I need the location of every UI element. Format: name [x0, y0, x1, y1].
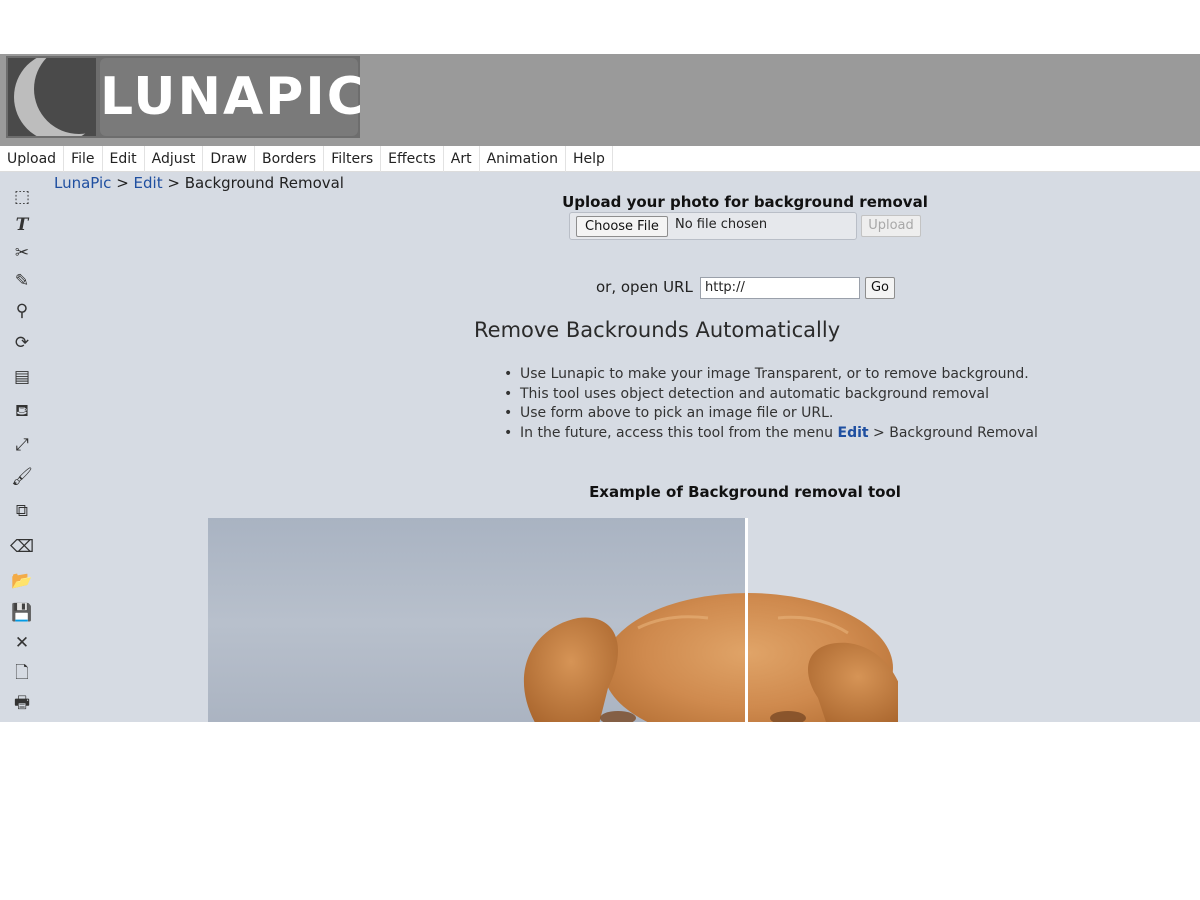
new-page-icon[interactable]: 🗋 [8, 660, 36, 686]
breadcrumb: LunaPic > Edit > Background Removal [54, 174, 344, 192]
save-icon[interactable]: 💾 [8, 600, 36, 626]
feature-list: Use Lunapic to make your image Transpare… [502, 365, 1038, 443]
breadcrumb-current: Background Removal [184, 174, 344, 192]
top-margin [0, 0, 1200, 54]
text-icon[interactable]: T [8, 212, 36, 238]
menu-filters[interactable]: Filters [324, 146, 382, 172]
list-item: In the future, access this tool from the… [502, 424, 1038, 444]
dog-photo [523, 593, 898, 722]
brush-icon[interactable]: 🖌 [8, 464, 36, 490]
site-header: LUNAPIC [0, 54, 1200, 146]
zoom-icon[interactable]: ⚲ [8, 298, 36, 324]
go-button[interactable]: Go [865, 277, 895, 299]
crop-icon[interactable]: ⧉ [8, 498, 36, 524]
breadcrumb-edit-link[interactable]: Edit [134, 174, 163, 192]
print-icon[interactable]: 🖶 [8, 690, 36, 716]
example-image [208, 518, 898, 722]
url-label: or, open URL [596, 278, 693, 296]
upload-title: Upload your photo for background removal [562, 193, 928, 211]
pencil-icon[interactable]: ✎ [8, 268, 36, 294]
bottom-margin [0, 722, 1200, 900]
menu-file[interactable]: File [64, 146, 103, 172]
layer-icon[interactable]: ▤ [8, 364, 36, 390]
rotate-icon[interactable]: ⟳ [8, 330, 36, 356]
file-status-text: No file chosen [675, 217, 768, 232]
close-icon[interactable]: ✕ [8, 630, 36, 656]
menu-edit[interactable]: Edit [103, 146, 145, 172]
choose-file-button[interactable]: Choose File [576, 216, 668, 237]
menu-bar: Upload File Edit Adjust Draw Borders Fil… [0, 146, 1200, 172]
upload-button[interactable]: Upload [861, 215, 921, 237]
list-item: Use form above to pick an image file or … [502, 404, 1038, 424]
eyedropper-icon[interactable]: ⤢ [8, 432, 36, 458]
lunapic-logo[interactable]: LUNAPIC [6, 56, 360, 138]
url-input[interactable]: http:// [700, 277, 860, 299]
list-item-text: In the future, access this tool from the… [520, 424, 838, 441]
menu-draw[interactable]: Draw [203, 146, 255, 172]
open-folder-icon[interactable]: 📂 [8, 568, 36, 594]
edit-menu-link[interactable]: Edit [838, 425, 869, 441]
comparison-divider [745, 518, 748, 722]
list-item: This tool uses object detection and auto… [502, 385, 1038, 405]
paint-bucket-icon[interactable]: ⛾ [8, 398, 36, 424]
main-content: ⬚ T ✂ ✎ ⚲ ⟳ ▤ ⛾ ⤢ 🖌 ⧉ ⌫ 📂 💾 ✕ 🗋 🖶 LunaPi… [0, 172, 1200, 722]
menu-borders[interactable]: Borders [255, 146, 325, 172]
menu-animation[interactable]: Animation [480, 146, 566, 172]
menu-adjust[interactable]: Adjust [145, 146, 204, 172]
eraser-icon[interactable]: ⌫ [8, 534, 36, 560]
list-item: Use Lunapic to make your image Transpare… [502, 365, 1038, 385]
menu-upload[interactable]: Upload [0, 146, 65, 172]
menu-effects[interactable]: Effects [381, 146, 444, 172]
breadcrumb-separator: > [162, 174, 185, 192]
example-title: Example of Background removal tool [589, 483, 901, 501]
page-heading: Remove Backrounds Automatically [474, 318, 841, 342]
scissors-icon[interactable]: ✂ [8, 240, 36, 266]
logo-text: LUNAPIC [100, 58, 360, 136]
selection-icon[interactable]: ⬚ [8, 184, 36, 210]
list-item-text: > Background Removal [868, 424, 1038, 441]
breadcrumb-home-link[interactable]: LunaPic [54, 174, 111, 192]
crescent-moon-icon [8, 58, 96, 136]
file-input[interactable]: Choose File No file chosen [569, 212, 857, 240]
breadcrumb-separator: > [111, 174, 134, 192]
menu-art[interactable]: Art [444, 146, 480, 172]
menu-help[interactable]: Help [566, 146, 613, 172]
